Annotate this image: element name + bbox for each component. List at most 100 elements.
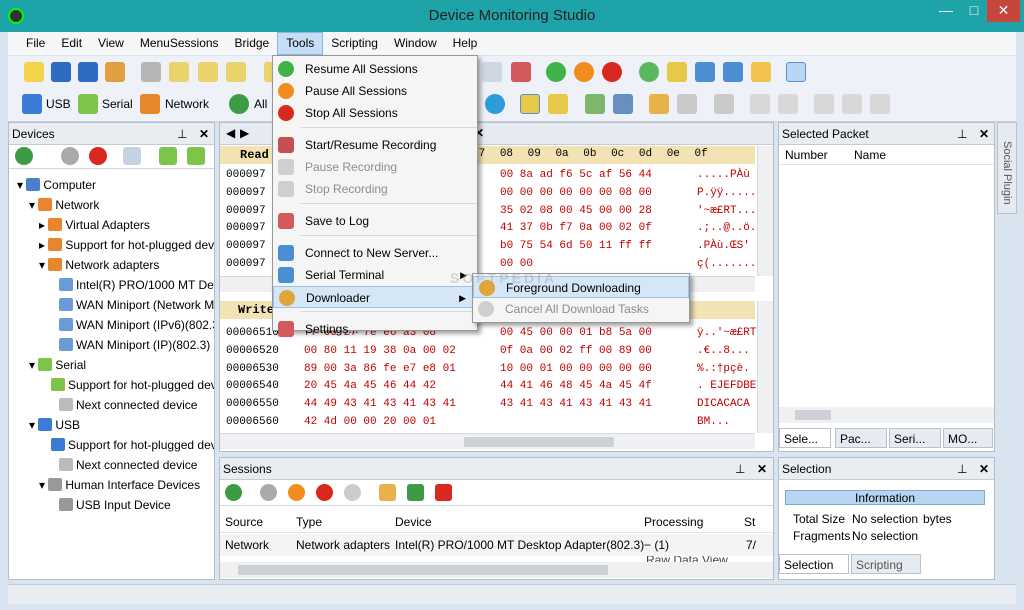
add-green-icon[interactable] [187, 147, 205, 165]
clock-icon[interactable] [639, 62, 659, 82]
tree-next-serial[interactable]: Next connected device [9, 395, 214, 415]
pin-icon[interactable]: ⊥ [957, 458, 967, 480]
stop-icon[interactable] [316, 484, 333, 501]
menu-item-pause-all[interactable]: Pause All Sessions [273, 80, 477, 102]
grid-2-icon[interactable] [613, 94, 633, 114]
hscroll-thumb[interactable] [464, 437, 614, 447]
tree-wan-ip[interactable]: WAN Miniport (IP)(802.3) [9, 335, 214, 355]
tab-scripting[interactable]: Scripting [851, 554, 921, 574]
remove-icon[interactable] [344, 484, 361, 501]
tree-wan-ipv6[interactable]: WAN Miniport (IPv6)(802.3) [9, 315, 214, 335]
tree-hotplug-network[interactable]: ▸ Support for hot-plugged devic [9, 235, 214, 255]
delete-icon[interactable] [435, 484, 452, 501]
monitor-icon[interactable] [723, 62, 743, 82]
export-4-icon[interactable] [870, 94, 890, 114]
export-icon[interactable] [695, 62, 715, 82]
close-panel-icon[interactable]: ✕ [757, 458, 767, 480]
menu-item-stop-all[interactable]: Stop All Sessions [273, 102, 477, 124]
start-icon[interactable] [61, 147, 79, 165]
menu-item-stop-recording[interactable]: Stop Recording [273, 178, 477, 200]
col-source[interactable]: Source [225, 515, 263, 529]
add-icon[interactable] [407, 484, 424, 501]
maximize-button[interactable]: □ [960, 0, 988, 22]
close-document-icon[interactable] [105, 62, 125, 82]
copy-icon[interactable] [169, 62, 189, 82]
write-bytes[interactable]: 00 45 00 00 01 b8 5a 00 0f 0a 00 02 ff 00… [500, 325, 652, 432]
add-device-icon[interactable] [15, 147, 33, 165]
document-red-icon[interactable] [511, 62, 531, 82]
menu-item-connect-server[interactable]: Connect to New Server... [273, 242, 477, 264]
tree-computer[interactable]: ▾ Computer [9, 175, 214, 195]
col-type[interactable]: Type [296, 515, 322, 529]
network-icon[interactable] [140, 94, 160, 114]
menu-edit[interactable]: Edit [53, 32, 90, 55]
tab-scroll-left-icon[interactable]: ◀ [226, 126, 235, 140]
col-device[interactable]: Device [395, 515, 432, 529]
play-icon[interactable] [260, 484, 277, 501]
menu-scripting[interactable]: Scripting [323, 32, 386, 55]
menu-file[interactable]: File [8, 32, 53, 55]
filter-b-icon[interactable] [548, 94, 568, 114]
serial-filter[interactable]: Serial [102, 97, 133, 111]
tree-network[interactable]: ▾ Network [9, 195, 214, 215]
pause-icon[interactable] [574, 62, 594, 82]
tree-serial[interactable]: ▾ Serial [9, 355, 214, 375]
close-panel-icon[interactable]: ✕ [199, 123, 209, 145]
col-status[interactable]: St [744, 515, 755, 529]
save-as-icon[interactable] [78, 62, 98, 82]
tab-scroll-right-icon[interactable]: ▶ [240, 126, 249, 140]
menu-sessions[interactable]: MenuSessions [132, 32, 227, 55]
settings-icon[interactable] [225, 484, 242, 501]
tree-virtual-adapters[interactable]: ▸ Virtual Adapters [9, 215, 214, 235]
tree-hotplug-usb[interactable]: Support for hot-plugged devic [9, 435, 214, 455]
write-lead-bytes[interactable]: ff 00 27 7e e6 a3 08 00 80 11 19 38 0a 00… [304, 325, 456, 432]
sessions-hscroll-thumb[interactable] [238, 565, 608, 575]
mail-icon[interactable] [751, 62, 771, 82]
write-ascii[interactable]: ÿ..'~æ£RT .€..8... %.:†pçè.. EJEFDBE DICACA… [697, 325, 756, 432]
resume-icon[interactable] [546, 62, 566, 82]
menu-item-downloader[interactable]: Downloader ▶ [273, 286, 477, 308]
read-bytes[interactable]: 00 8a ad f6 5c af 56 44 00 00 00 00 00 00… [500, 167, 652, 274]
tree-hid[interactable]: ▾ Human Interface Devices [9, 475, 214, 495]
new-icon[interactable] [24, 62, 44, 82]
pin-icon[interactable]: ⊥ [957, 123, 967, 145]
save-icon[interactable] [51, 62, 71, 82]
hex-vscroll-write[interactable] [757, 301, 773, 433]
paste-icon[interactable] [198, 62, 218, 82]
menu-item-resume-all[interactable]: Resume All Sessions [273, 58, 477, 80]
all-filter[interactable]: All [254, 97, 267, 111]
usb-icon[interactable] [22, 94, 42, 114]
read-ascii[interactable]: .....PÀù P.ÿÿ..... '~æ£RT... .;..@..ö.. .PÀù… [697, 167, 763, 274]
stop-icon[interactable] [602, 62, 622, 82]
packet-hscroll[interactable] [779, 407, 994, 423]
pin-icon[interactable]: ⊥ [735, 458, 745, 480]
chart-2-icon[interactable] [778, 94, 798, 114]
export-2-icon[interactable] [814, 94, 834, 114]
minimize-button[interactable]: — [932, 0, 960, 22]
molecule-icon[interactable] [649, 94, 669, 114]
tree-usb[interactable]: ▾ USB [9, 415, 214, 435]
document-icon[interactable] [482, 62, 502, 82]
connect-icon[interactable] [159, 147, 177, 165]
cut-icon[interactable] [141, 62, 161, 82]
hex-hscroll-write[interactable] [220, 433, 755, 449]
serial-icon[interactable] [78, 94, 98, 114]
col-name[interactable]: Name [854, 145, 886, 165]
hex-vscroll-read[interactable] [757, 146, 773, 276]
close-panel-icon[interactable]: ✕ [979, 123, 989, 145]
play-icon[interactable] [485, 94, 505, 114]
session-processing[interactable]: − (1) [644, 538, 669, 552]
usb-filter[interactable]: USB [46, 97, 71, 111]
export-3-icon[interactable] [842, 94, 862, 114]
menu-help[interactable]: Help [445, 32, 486, 55]
tree-network-adapters[interactable]: ▾ Network adapters [9, 255, 214, 275]
tab-selected[interactable]: Sele... [779, 428, 831, 448]
molecule-2-icon[interactable] [677, 94, 697, 114]
columns-icon[interactable] [379, 484, 396, 501]
menu-bridge[interactable]: Bridge [227, 32, 278, 55]
session-row[interactable]: Network Network adapters Intel(R) PRO/10… [220, 534, 773, 556]
tree-icon[interactable] [714, 94, 734, 114]
search-icon[interactable] [667, 62, 687, 82]
menu-item-pause-recording[interactable]: Pause Recording [273, 156, 477, 178]
tree-wan-network-monitor[interactable]: WAN Miniport (Network Mor [9, 295, 214, 315]
